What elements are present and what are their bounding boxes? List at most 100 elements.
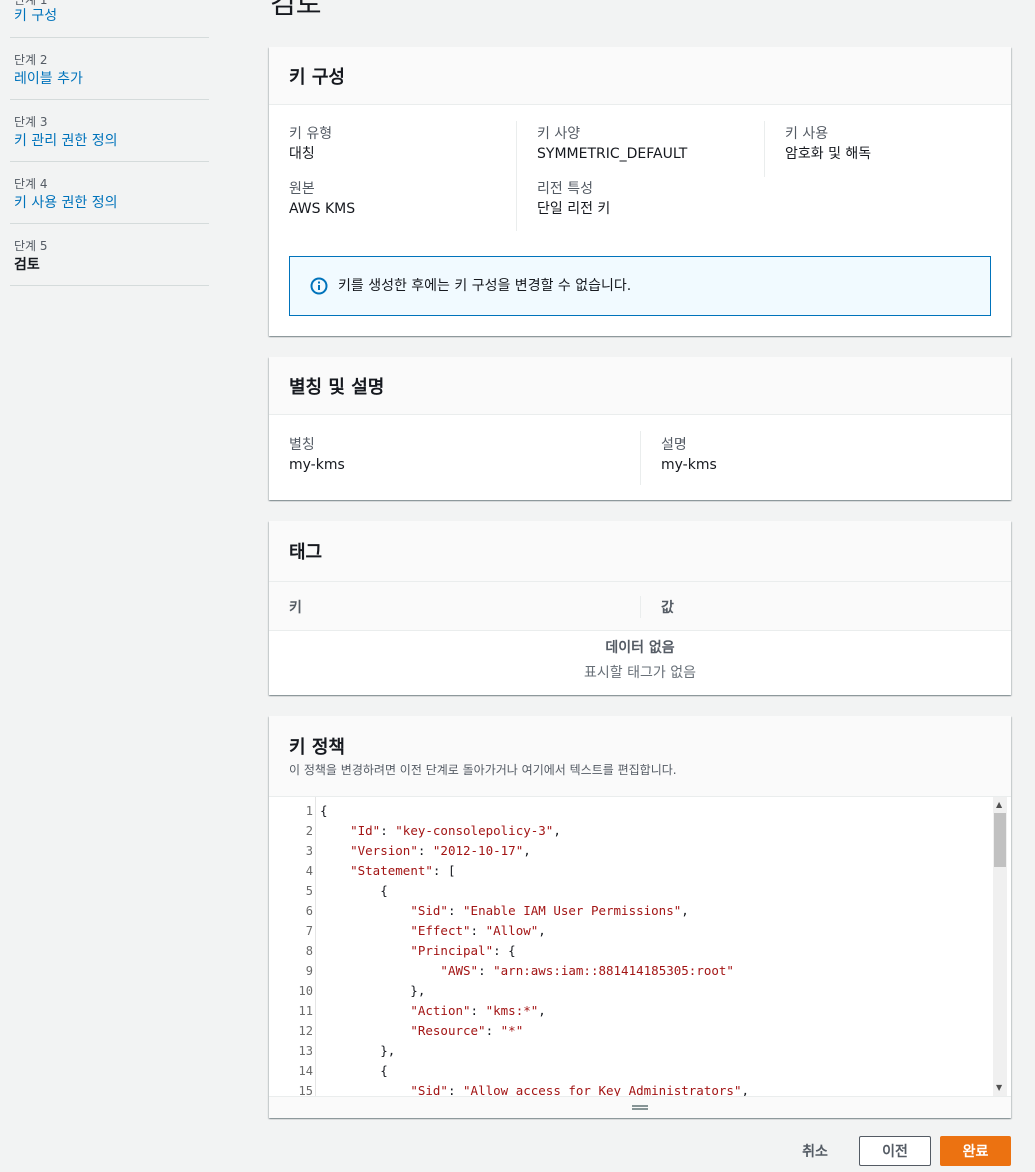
origin-value: AWS KMS [289, 201, 356, 217]
cancel-button[interactable]: 취소 [785, 1136, 845, 1166]
line-number: 8 [305, 944, 313, 958]
region-value: 단일 리전 키 [537, 201, 611, 217]
step-1[interactable]: 단계 1 키 구성 [10, 0, 209, 38]
line-number: 15 [298, 1084, 313, 1096]
step-link-key-config[interactable]: 키 구성 [14, 6, 57, 26]
policy-code-editor[interactable]: 1 2 3 4 5 6 7 8 9 10 11 12 13 14 15 { "I… [269, 796, 1011, 1096]
key-config-panel: 키 구성 키 유형 대칭 원본 AWS KMS 키 사양 SYMMETRIC_D… [269, 47, 1011, 336]
line-number: 6 [305, 904, 313, 918]
line-number: 10 [298, 984, 313, 998]
scrollbar-thumb[interactable] [994, 813, 1006, 867]
panel-title: 키 정책 [289, 737, 345, 758]
editor-vertical-scrollbar[interactable]: ▲ ▼ [993, 797, 1007, 1096]
editor-resize-handle[interactable] [269, 1096, 1011, 1118]
description-field: 설명 my-kms [661, 435, 717, 475]
page-title: 검토 [270, 0, 322, 20]
alias-description-panel: 별칭 및 설명 별칭 my-kms 설명 my-kms [269, 357, 1011, 500]
panel-title: 키 구성 [289, 67, 345, 88]
step-link-add-labels[interactable]: 레이블 추가 [14, 69, 83, 89]
empty-state-subtitle: 표시할 태그가 없음 [584, 665, 696, 681]
panel-subtitle: 이 정책을 변경하려면 이전 단계로 돌아가거나 여기에서 텍스트를 편집합니다… [289, 763, 677, 777]
code-line: { [320, 883, 388, 898]
code-text-area[interactable]: { "Id": "key-consolepolicy-3", "Version"… [315, 797, 995, 1096]
column-divider [764, 121, 765, 177]
code-line: "Sid": "Enable IAM User Permissions", [410, 903, 689, 918]
key-spec-value: SYMMETRIC_DEFAULT [537, 146, 688, 162]
alias-label: 별칭 [289, 437, 315, 453]
panel-header: 키 정책 이 정책을 변경하려면 이전 단계로 돌아가거나 여기에서 텍스트를 … [269, 716, 1011, 796]
wizard-steps-nav: 단계 1 키 구성 단계 2 레이블 추가 단계 3 키 관리 권한 정의 단계… [10, 0, 209, 286]
finish-button[interactable]: 완료 [940, 1136, 1011, 1166]
region-label: 리전 특성 [537, 181, 593, 197]
line-number: 14 [298, 1064, 313, 1078]
line-number: 7 [305, 924, 313, 938]
code-line: "Resource": "*" [410, 1023, 524, 1038]
key-usage-label: 키 사용 [785, 126, 829, 142]
description-label: 설명 [661, 437, 687, 453]
line-number-gutter: 1 2 3 4 5 6 7 8 9 10 11 12 13 14 15 [269, 797, 315, 1096]
origin-label: 원본 [289, 181, 315, 197]
code-line: "Principal": { [410, 943, 516, 958]
step-number: 단계 2 [14, 53, 48, 67]
step-number: 단계 5 [14, 239, 48, 253]
panel-title: 별칭 및 설명 [289, 377, 385, 398]
description-value: my-kms [661, 457, 717, 473]
panel-header: 키 구성 [269, 47, 1011, 105]
info-icon [310, 277, 328, 295]
previous-button[interactable]: 이전 [859, 1136, 931, 1166]
region-field: 리전 특성 단일 리전 키 [537, 179, 610, 219]
code-line: "Sid": "Allow access for Key Administrat… [410, 1083, 749, 1096]
line-number: 9 [305, 964, 313, 978]
resize-grip-icon[interactable] [632, 1105, 648, 1110]
step-number: 단계 4 [14, 177, 48, 191]
column-header-key: 키 [289, 600, 302, 616]
key-policy-panel: 키 정책 이 정책을 변경하려면 이전 단계로 돌아가거나 여기에서 텍스트를 … [269, 716, 1011, 1118]
code-line: "Effect": "Allow", [410, 923, 546, 938]
step-link-admin-permissions[interactable]: 키 관리 권한 정의 [14, 131, 118, 151]
column-divider [640, 431, 641, 485]
origin-field: 원본 AWS KMS [289, 179, 355, 219]
column-divider [640, 596, 641, 618]
key-usage-field: 키 사용 암호화 및 해독 [785, 124, 871, 164]
code-line: }, [320, 983, 426, 998]
info-alert: 키를 생성한 후에는 키 구성을 변경할 수 없습니다. [289, 256, 991, 316]
key-usage-value: 암호화 및 해독 [785, 146, 872, 162]
line-number: 13 [298, 1044, 313, 1058]
key-type-value: 대칭 [289, 146, 315, 162]
code-line: { [320, 1063, 388, 1078]
line-number: 1 [305, 804, 313, 818]
panel-title: 태그 [289, 542, 323, 563]
step-4[interactable]: 단계 4 키 사용 권한 정의 [10, 162, 209, 224]
alias-value: my-kms [289, 457, 345, 473]
key-spec-field: 키 사양 SYMMETRIC_DEFAULT [537, 124, 687, 164]
panel-header: 태그 [269, 521, 1011, 581]
line-number: 4 [305, 864, 313, 878]
step-link-usage-permissions[interactable]: 키 사용 권한 정의 [14, 193, 118, 213]
code-line: "Id": "key-consolepolicy-3", [350, 823, 561, 838]
key-spec-label: 키 사양 [537, 126, 581, 142]
step-5: 단계 5 검토 [10, 224, 209, 286]
key-type-label: 키 유형 [289, 126, 333, 142]
code-line: "Version": "2012-10-17", [350, 843, 531, 858]
step-2[interactable]: 단계 2 레이블 추가 [10, 38, 209, 100]
code-line: { [320, 803, 328, 818]
scroll-up-arrow-icon[interactable]: ▲ [996, 800, 1002, 810]
tags-panel: 태그 키 값 데이터 없음 표시할 태그가 없음 [269, 521, 1011, 695]
code-line: }, [320, 1043, 396, 1058]
step-current-review: 검토 [14, 257, 40, 273]
code-line: "Statement": [ [350, 863, 456, 878]
line-number: 3 [305, 844, 313, 858]
line-number: 5 [305, 884, 313, 898]
code-line: "AWS": "arn:aws:iam::881414185305:root" [440, 963, 734, 978]
column-header-value: 값 [661, 600, 674, 616]
line-number: 2 [305, 824, 313, 838]
line-number: 12 [298, 1024, 313, 1038]
column-divider [516, 121, 517, 231]
tags-table-header: 키 값 [269, 581, 1011, 631]
line-number: 11 [298, 1004, 313, 1018]
step-number: 단계 3 [14, 115, 48, 129]
panel-header: 별칭 및 설명 [269, 357, 1011, 415]
scroll-down-arrow-icon[interactable]: ▼ [996, 1083, 1002, 1093]
step-3[interactable]: 단계 3 키 관리 권한 정의 [10, 100, 209, 162]
key-type-field: 키 유형 대칭 [289, 124, 332, 164]
